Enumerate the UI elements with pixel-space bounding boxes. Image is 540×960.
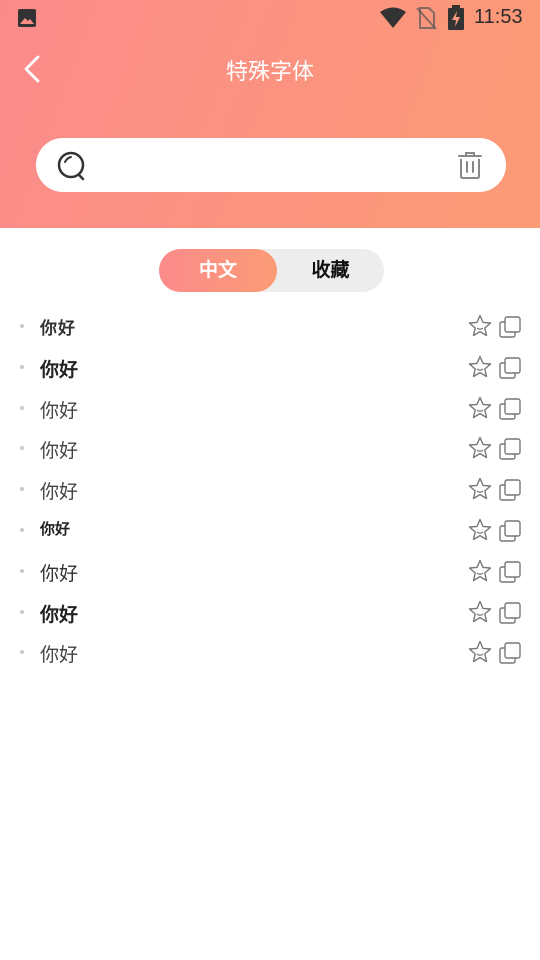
star-icon[interactable] bbox=[468, 314, 492, 338]
search-bar[interactable] bbox=[36, 138, 506, 192]
font-sample: 你好 bbox=[40, 441, 79, 463]
font-sample: 你好 bbox=[40, 603, 79, 626]
copy-icon[interactable] bbox=[499, 561, 521, 583]
search-input[interactable] bbox=[106, 148, 470, 184]
star-icon[interactable] bbox=[468, 559, 492, 583]
bullet-dot bbox=[20, 446, 24, 451]
bullet-dot bbox=[20, 609, 24, 614]
list-item[interactable]: 你好 bbox=[0, 306, 540, 347]
copy-icon[interactable] bbox=[499, 642, 521, 665]
header-banner: 11:53 特殊字体 bbox=[0, 0, 540, 228]
star-icon[interactable] bbox=[468, 355, 492, 379]
copy-icon[interactable] bbox=[499, 438, 521, 461]
page-title: 特殊字体 bbox=[225, 60, 314, 85]
list-item[interactable]: 你好 bbox=[0, 469, 540, 510]
copy-icon[interactable] bbox=[499, 479, 521, 501]
font-sample: 你好 bbox=[40, 399, 79, 422]
tab-switcher: 中文 收藏 bbox=[159, 249, 384, 292]
gallery-notification-icon bbox=[18, 9, 36, 27]
list-item[interactable]: 你好 bbox=[0, 551, 540, 592]
bullet-dot bbox=[20, 487, 24, 492]
font-sample: 你好 bbox=[40, 645, 79, 668]
font-sample: 你好 bbox=[40, 562, 79, 585]
font-sample: 你好 bbox=[40, 319, 76, 339]
star-icon[interactable] bbox=[468, 518, 492, 542]
font-sample: 你好 bbox=[40, 359, 79, 381]
font-list: 你好 你好 你好 你好 你好 你好 你好 你好 你好 bbox=[0, 306, 540, 673]
search-icon[interactable] bbox=[56, 150, 88, 182]
no-sim-icon bbox=[416, 7, 437, 30]
copy-icon[interactable] bbox=[499, 357, 521, 379]
font-sample: 你好 bbox=[40, 519, 71, 538]
tab-favorites[interactable]: 收藏 bbox=[277, 249, 384, 292]
trash-icon[interactable] bbox=[456, 150, 484, 180]
bullet-dot bbox=[20, 324, 24, 328]
list-item[interactable]: 你好 bbox=[0, 632, 540, 673]
bullet-dot bbox=[20, 527, 24, 532]
copy-icon[interactable] bbox=[499, 520, 521, 542]
list-item[interactable]: 你好 bbox=[0, 347, 540, 388]
star-icon[interactable] bbox=[468, 477, 492, 501]
bullet-dot bbox=[20, 650, 24, 655]
bullet-dot bbox=[20, 405, 24, 410]
copy-icon[interactable] bbox=[499, 601, 521, 624]
bullet-dot bbox=[20, 364, 24, 369]
wifi-icon bbox=[380, 7, 406, 28]
copy-icon[interactable] bbox=[499, 316, 521, 338]
battery-charging-icon bbox=[448, 5, 464, 30]
star-icon[interactable] bbox=[468, 436, 492, 460]
list-item[interactable]: 你好 bbox=[0, 428, 540, 469]
list-item[interactable]: 你好 bbox=[0, 388, 540, 429]
status-time: 11:53 bbox=[474, 6, 523, 28]
star-icon[interactable] bbox=[468, 640, 492, 664]
tab-chinese[interactable]: 中文 bbox=[159, 249, 277, 292]
copy-icon[interactable] bbox=[499, 397, 521, 420]
star-icon[interactable] bbox=[468, 396, 492, 420]
bullet-dot bbox=[20, 568, 24, 573]
font-sample: 你好 bbox=[40, 482, 79, 504]
list-item[interactable]: 你好 bbox=[0, 510, 540, 551]
star-icon[interactable] bbox=[468, 600, 492, 624]
list-item[interactable]: 你好 bbox=[0, 592, 540, 633]
status-bar: 11:53 bbox=[0, 0, 540, 36]
